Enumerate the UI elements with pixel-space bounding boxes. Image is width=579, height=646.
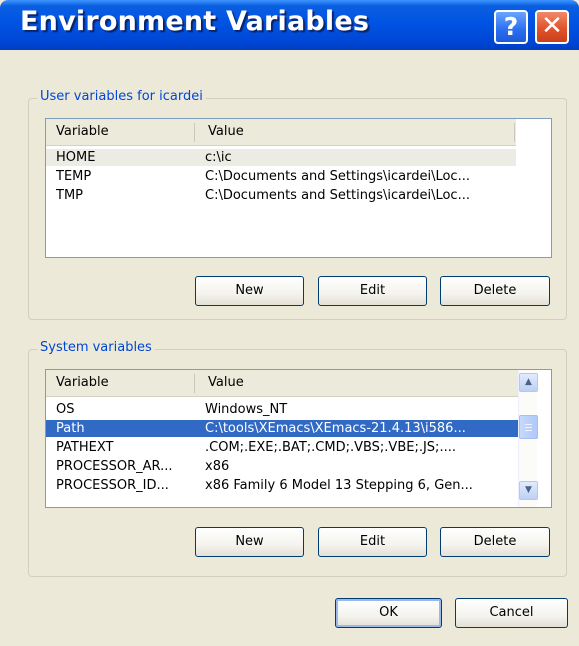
table-row[interactable]: TMP C:\Documents and Settings\icardei\Lo… <box>46 187 516 204</box>
variable-name-cell: OS <box>56 402 75 417</box>
column-header-value[interactable]: Value <box>198 119 514 145</box>
system-new-button[interactable]: New <box>195 527 304 557</box>
column-header-value[interactable]: Value <box>198 370 514 396</box>
table-row-selected[interactable]: Path C:\tools\XEmacs\XEmacs-21.4.13\i586… <box>46 420 518 437</box>
variable-value-cell: x86 <box>205 459 230 474</box>
table-row[interactable]: TEMP C:\Documents and Settings\icardei\L… <box>46 168 516 185</box>
grip-line <box>525 424 532 425</box>
grip-line <box>525 430 532 431</box>
column-header-variable[interactable]: Variable <box>46 119 194 145</box>
variable-value-cell: Windows_NT <box>205 402 288 417</box>
variable-value-cell: .COM;.EXE;.BAT;.CMD;.VBS;.VBE;.JS;.... <box>205 440 456 455</box>
vertical-scrollbar[interactable]: ▲ ▼ <box>518 370 538 507</box>
variable-name-cell: TEMP <box>56 169 92 184</box>
environment-variables-dialog: Environment Variables ? ✕ User variables… <box>0 0 579 646</box>
system-variables-legend: System variables <box>37 340 155 355</box>
table-row[interactable]: HOME c:\ic <box>46 149 516 166</box>
help-icon[interactable]: ? <box>494 10 528 44</box>
scroll-down-arrow-icon[interactable]: ▼ <box>519 481 538 500</box>
scrollbar-thumb[interactable] <box>519 415 538 439</box>
system-list-header: Variable Value <box>46 370 518 397</box>
variable-name-cell: PATHEXT <box>56 440 114 455</box>
column-separator[interactable] <box>194 123 195 142</box>
table-row[interactable]: PATHEXT .COM;.EXE;.BAT;.CMD;.VBS;.VBE;.J… <box>46 439 518 456</box>
window-title: Environment Variables <box>20 6 370 37</box>
column-separator[interactable] <box>194 374 195 393</box>
variable-name-cell: HOME <box>56 150 96 165</box>
variable-name-cell: TMP <box>56 188 83 203</box>
user-variables-legend: User variables for icardei <box>37 89 206 104</box>
variable-name-cell: Path <box>56 421 85 436</box>
user-variables-list[interactable]: Variable Value HOME c:\ic TEMP C:\Docume… <box>45 118 552 258</box>
variable-value-cell: C:\tools\XEmacs\XEmacs-21.4.13\i586... <box>205 421 466 436</box>
variable-value-cell: c:\ic <box>205 150 232 165</box>
variable-name-cell: PROCESSOR_ID... <box>56 478 169 493</box>
grip-line <box>525 427 532 428</box>
user-new-button[interactable]: New <box>195 276 304 306</box>
user-list-header: Variable Value <box>46 119 516 146</box>
title-bar[interactable]: Environment Variables ? ✕ <box>0 0 579 50</box>
column-header-variable[interactable]: Variable <box>46 370 194 396</box>
variable-value-cell: C:\Documents and Settings\icardei\Loc... <box>205 169 470 184</box>
variable-value-cell: C:\Documents and Settings\icardei\Loc... <box>205 188 470 203</box>
variable-value-cell: x86 Family 6 Model 13 Stepping 6, Gen... <box>205 478 473 493</box>
system-variables-list[interactable]: Variable Value OS Windows_NT Path C:\too… <box>45 369 552 508</box>
table-row[interactable]: OS Windows_NT <box>46 401 518 418</box>
close-icon[interactable]: ✕ <box>535 10 569 44</box>
table-row[interactable]: PROCESSOR_ID... x86 Family 6 Model 13 St… <box>46 477 518 494</box>
scroll-up-arrow-icon[interactable]: ▲ <box>519 373 538 392</box>
user-delete-button[interactable]: Delete <box>440 276 550 306</box>
ok-button[interactable]: OK <box>335 598 442 628</box>
table-row[interactable]: PROCESSOR_AR... x86 <box>46 458 518 475</box>
column-separator[interactable] <box>514 123 515 142</box>
variable-name-cell: PROCESSOR_AR... <box>56 459 173 474</box>
user-edit-button[interactable]: Edit <box>318 276 427 306</box>
system-delete-button[interactable]: Delete <box>440 527 550 557</box>
system-edit-button[interactable]: Edit <box>318 527 427 557</box>
cancel-button[interactable]: Cancel <box>455 598 568 628</box>
